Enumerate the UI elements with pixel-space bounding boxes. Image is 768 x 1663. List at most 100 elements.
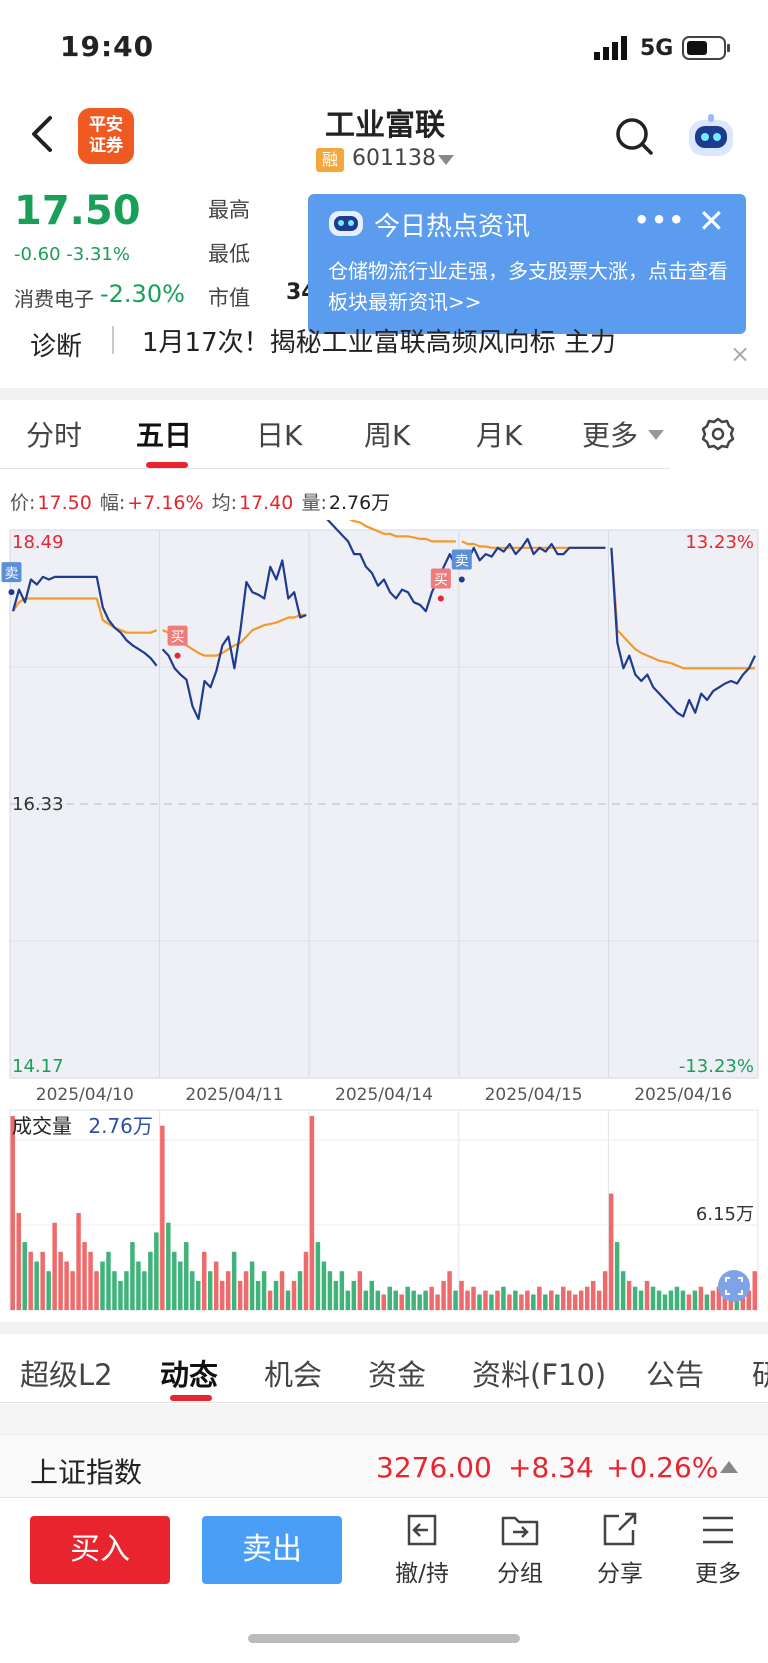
tab-announcements[interactable]: 公告 bbox=[646, 1352, 704, 1394]
volume-bar bbox=[584, 1286, 590, 1310]
volume-bar bbox=[178, 1261, 183, 1310]
group-button[interactable]: 分组 bbox=[480, 1510, 560, 1588]
volume-bar bbox=[160, 1125, 165, 1310]
gear-icon[interactable] bbox=[700, 416, 736, 452]
network-type: 5G bbox=[640, 36, 674, 61]
robot-icon bbox=[329, 211, 363, 236]
label-low: 最低 bbox=[208, 242, 250, 266]
chevron-down-icon[interactable] bbox=[438, 155, 454, 165]
volume-bar bbox=[225, 1271, 231, 1310]
volume-bar bbox=[411, 1290, 416, 1310]
margin-badge: 融 bbox=[316, 148, 344, 172]
volume-bar bbox=[519, 1294, 524, 1310]
volume-bar bbox=[351, 1280, 357, 1310]
volume-bar bbox=[196, 1280, 201, 1310]
x-date-label: 2025/04/11 bbox=[185, 1085, 283, 1105]
volume-bar bbox=[22, 1242, 27, 1310]
tab-funds[interactable]: 资金 bbox=[368, 1352, 426, 1394]
tab-opportunity[interactable]: 机会 bbox=[264, 1352, 322, 1394]
sector-name[interactable]: 消费电子 bbox=[14, 283, 94, 312]
volume-bar bbox=[112, 1271, 117, 1310]
more-options-icon[interactable]: ••• bbox=[634, 206, 686, 234]
hot-news-popup[interactable]: 今日热点资讯 ••• ✕ 仓储物流行业走强，多支股票大涨，点击查看板块最新资讯>… bbox=[308, 194, 746, 334]
volume-bar bbox=[363, 1290, 369, 1310]
volume-bar bbox=[124, 1271, 129, 1310]
tab-super-l2[interactable]: 超级L2 bbox=[20, 1352, 113, 1394]
volume-bar bbox=[710, 1290, 716, 1310]
volume-bar bbox=[297, 1271, 303, 1310]
five-day-chart[interactable]: 卖买卖买卖18.4916.3314.1713.23%-13.23%2025/04… bbox=[0, 520, 768, 1320]
volume-bar bbox=[231, 1251, 237, 1310]
price-value: 17.50 bbox=[37, 492, 92, 514]
tab-weekly-k[interactable]: 周K bbox=[364, 414, 410, 454]
volume-bar bbox=[166, 1222, 171, 1310]
tab-five-day[interactable]: 五日 bbox=[136, 414, 192, 454]
sell-marker-label: 卖 bbox=[455, 553, 469, 569]
volume-bar bbox=[483, 1290, 488, 1310]
sell-button[interactable]: 卖出 bbox=[202, 1516, 342, 1584]
sector-change[interactable]: -2.30% bbox=[100, 280, 185, 308]
volume-bar bbox=[130, 1242, 135, 1310]
volume-bar bbox=[549, 1290, 554, 1310]
buy-button[interactable]: 买入 bbox=[30, 1516, 170, 1584]
divider bbox=[0, 468, 670, 469]
volume-bar bbox=[471, 1286, 476, 1310]
volume-bar bbox=[507, 1294, 512, 1310]
tab-daily-k[interactable]: 日K bbox=[256, 414, 302, 454]
volume-bar bbox=[680, 1290, 686, 1310]
expand-icon bbox=[718, 1270, 750, 1302]
volume-bar bbox=[656, 1290, 662, 1310]
broker-logo-line1: 平安 bbox=[89, 115, 123, 135]
volume-bar bbox=[28, 1251, 33, 1310]
price-change: -0.60 -3.31% bbox=[14, 244, 130, 265]
volume-bar bbox=[58, 1251, 63, 1310]
tab-dynamics[interactable]: 动态 bbox=[160, 1352, 218, 1394]
volume-bar bbox=[10, 1116, 15, 1310]
tab-monthly-k[interactable]: 月K bbox=[476, 414, 522, 454]
more-button[interactable]: 更多 bbox=[678, 1510, 758, 1588]
volume-bar bbox=[46, 1271, 51, 1310]
signal-icon bbox=[594, 36, 627, 60]
chevron-up-icon[interactable] bbox=[720, 1461, 738, 1473]
volume-bar bbox=[273, 1280, 279, 1310]
pct-tick-label: -13.23% bbox=[679, 1056, 754, 1077]
buy-marker-label: 买 bbox=[171, 630, 185, 646]
volume-bar bbox=[608, 1193, 614, 1310]
back-icon[interactable] bbox=[24, 112, 64, 156]
index-name: 上证指数 bbox=[30, 1456, 143, 1489]
search-icon[interactable] bbox=[614, 116, 654, 156]
popup-body[interactable]: 仓储物流行业走强，多支股票大涨，点击查看板块最新资讯>> bbox=[328, 256, 728, 318]
share-button[interactable]: 分享 bbox=[580, 1510, 660, 1588]
chevron-down-icon[interactable] bbox=[648, 430, 664, 440]
volume-bar bbox=[40, 1251, 45, 1310]
volume-bar bbox=[644, 1280, 650, 1310]
x-date-label: 2025/04/10 bbox=[36, 1085, 134, 1105]
volume-bar bbox=[315, 1242, 321, 1310]
tab-research[interactable]: 研 bbox=[752, 1352, 768, 1394]
close-icon[interactable]: × bbox=[730, 340, 750, 368]
tab-f10[interactable]: 资料(F10) bbox=[472, 1352, 606, 1394]
cancel-hold-button[interactable]: 撤/持 bbox=[382, 1510, 462, 1588]
volume-bar bbox=[16, 1213, 21, 1310]
volume-bar bbox=[417, 1294, 422, 1310]
diagnosis-headline[interactable]: 1月17次！揭秘工业富联高频风向标 主力 bbox=[142, 322, 616, 359]
ai-assistant-icon[interactable] bbox=[686, 114, 736, 160]
index-pct: +0.26% bbox=[606, 1451, 719, 1484]
stock-code[interactable]: 601138 bbox=[352, 146, 436, 171]
tab-more[interactable]: 更多 bbox=[582, 414, 638, 454]
folder-icon bbox=[501, 1516, 539, 1546]
diagnosis-label[interactable]: 诊断 bbox=[30, 326, 82, 363]
volume-bar bbox=[525, 1290, 530, 1310]
volume-bar bbox=[375, 1290, 381, 1310]
volume-bar bbox=[752, 1271, 757, 1310]
active-tab-indicator bbox=[170, 1395, 212, 1401]
close-icon[interactable]: ✕ bbox=[698, 202, 725, 240]
volume-bar bbox=[590, 1280, 596, 1310]
volume-bar bbox=[692, 1290, 698, 1310]
volume-bar bbox=[561, 1286, 566, 1310]
index-ticker[interactable]: 上证指数 3276.00 +8.34 +0.26% bbox=[0, 1434, 768, 1498]
volume-bar bbox=[686, 1294, 692, 1310]
tab-intraday[interactable]: 分时 bbox=[26, 414, 82, 454]
broker-logo[interactable]: 平安 证券 bbox=[78, 108, 134, 164]
volume-bar bbox=[172, 1251, 177, 1310]
